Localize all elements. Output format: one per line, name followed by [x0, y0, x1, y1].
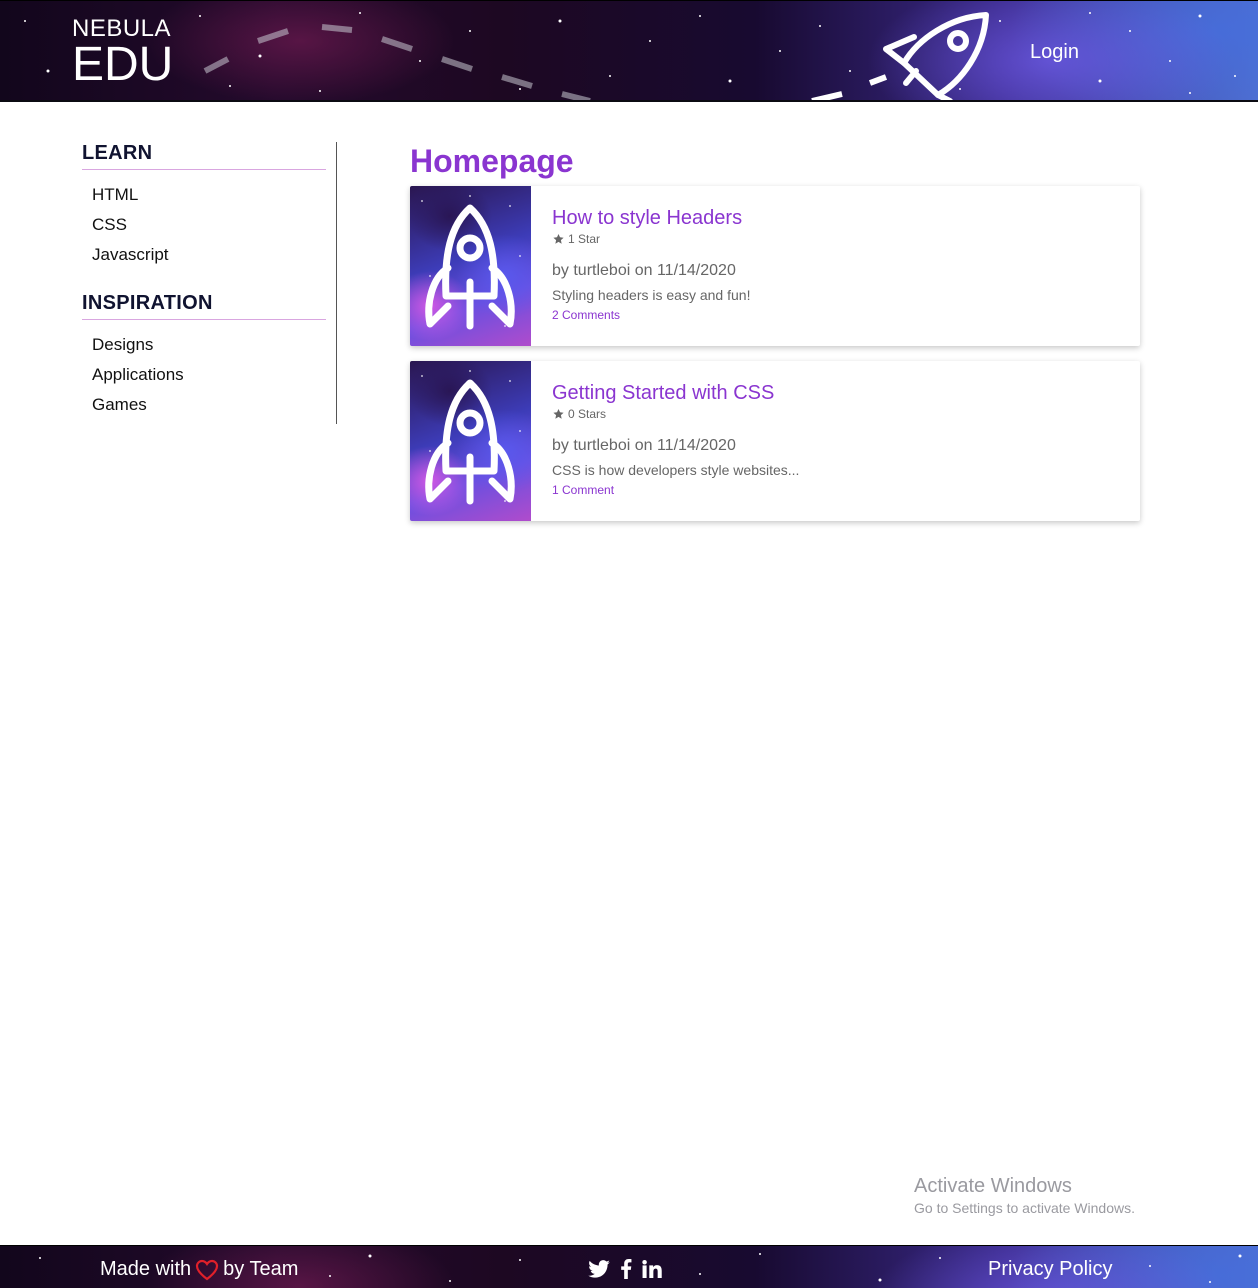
sidebar-list: HTML CSS Javascript	[82, 180, 326, 270]
site-footer: Made with by Team Privacy Policy	[0, 1245, 1258, 1288]
privacy-policy-link[interactable]: Privacy Policy	[988, 1258, 1112, 1281]
header-rocket-icon	[883, 12, 989, 100]
sidebar-item-css[interactable]: CSS	[82, 210, 326, 240]
sidebar-section-inspiration: INSPIRATION Designs Applications Games	[82, 292, 326, 420]
post-comments-link[interactable]: 1 Comment	[552, 482, 799, 498]
post-excerpt: Styling headers is easy and fun!	[552, 287, 751, 303]
sidebar-heading: LEARN	[82, 142, 326, 170]
post-comments-link[interactable]: 2 Comments	[552, 307, 750, 323]
made-with-prefix: Made with	[100, 1258, 192, 1280]
sidebar-item-applications[interactable]: Applications	[82, 360, 326, 390]
rocket-icon	[421, 195, 521, 330]
watermark-title: Activate Windows	[914, 1175, 1072, 1197]
logo-text-bottom: EDU	[72, 38, 174, 91]
sidebar-item-games[interactable]: Games	[82, 390, 326, 420]
site-logo[interactable]: NEBULA EDU	[72, 17, 173, 89]
sidebar-item-javascript[interactable]: Javascript	[82, 240, 326, 270]
sidebar: LEARN HTML CSS Javascript INSPIRATION De…	[82, 142, 337, 424]
sidebar-item-html[interactable]: HTML	[82, 180, 326, 210]
watermark-subtitle: Go to Settings to activate Windows.	[914, 1200, 1135, 1216]
sidebar-item-designs[interactable]: Designs	[82, 330, 326, 360]
star-icon	[553, 409, 564, 419]
activate-windows-watermark: Activate Windows Go to Settings to activ…	[914, 1174, 1135, 1218]
facebook-icon[interactable]	[620, 1259, 632, 1284]
post-title[interactable]: How to style Headers	[552, 206, 750, 230]
page-title: Homepage	[410, 143, 574, 179]
post-star-count: 0 Stars	[568, 407, 607, 421]
sidebar-heading: INSPIRATION	[82, 292, 326, 320]
post-thumbnail	[410, 186, 531, 346]
site-header: NEBULA EDU Login	[0, 0, 1258, 102]
post-body: How to style Headers 1 Star by turtleboi…	[531, 186, 750, 346]
post-title[interactable]: Getting Started with CSS	[552, 381, 799, 405]
main-content: Homepage How to style Headers 1 Star by …	[410, 142, 1140, 536]
made-with-suffix: by Team	[223, 1258, 299, 1280]
post-card[interactable]: How to style Headers 1 Star by turtleboi…	[410, 186, 1140, 346]
post-star-count: 1 Star	[568, 232, 601, 246]
linkedin-icon[interactable]	[642, 1260, 662, 1283]
post-rating: 0 Stars	[552, 406, 799, 422]
social-links	[588, 1259, 672, 1284]
post-card[interactable]: Getting Started with CSS 0 Stars by turt…	[410, 361, 1140, 521]
twitter-icon[interactable]	[588, 1260, 610, 1283]
made-with-credit: Made with by Team	[100, 1258, 298, 1281]
post-body: Getting Started with CSS 0 Stars by turt…	[531, 361, 799, 521]
post-byline: by turtleboi on 11/14/2020	[552, 437, 736, 454]
post-rating: 1 Star	[552, 231, 750, 247]
post-thumbnail	[410, 361, 531, 521]
post-byline: by turtleboi on 11/14/2020	[552, 262, 736, 279]
login-link[interactable]: Login	[1030, 41, 1079, 64]
post-excerpt: CSS is how developers style websites...	[552, 462, 800, 478]
heart-icon	[196, 1259, 219, 1280]
sidebar-section-learn: LEARN HTML CSS Javascript	[82, 142, 326, 270]
rocket-icon	[421, 370, 521, 505]
sidebar-list: Designs Applications Games	[82, 330, 326, 420]
star-icon	[553, 234, 564, 244]
